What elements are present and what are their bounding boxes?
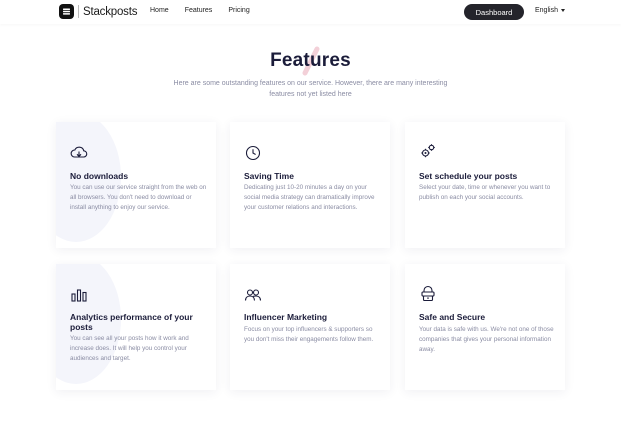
feature-card: Analytics performance of your posts You … xyxy=(56,264,216,390)
stack-logo-icon xyxy=(59,4,74,19)
feature-description: Focus on your top influencers & supporte… xyxy=(244,326,374,343)
brand-name: Stackposts xyxy=(83,5,138,18)
caret-down-icon xyxy=(560,9,565,12)
brand-logo[interactable]: Stackposts xyxy=(59,3,137,20)
feature-card: Influencer Marketing Focus on your top i… xyxy=(230,264,390,390)
card-decoration xyxy=(56,122,121,242)
language-selector[interactable]: English xyxy=(535,7,565,14)
feature-description: Dedicating just 10-20 minutes a day on y… xyxy=(244,184,375,211)
feature-card: No downloads You can use our service str… xyxy=(56,122,216,248)
feature-card: Safe and Secure Your data is safe with u… xyxy=(405,264,565,390)
feature-description: Your data is safe with us. We're not one… xyxy=(419,326,554,353)
nav-home[interactable]: Home xyxy=(150,7,169,14)
feature-title: Analytics performance of your posts xyxy=(70,312,193,332)
top-navbar: Stackposts Home Features Pricing Dashboa… xyxy=(0,0,621,24)
feature-description: You can use our service straight from th… xyxy=(70,184,207,211)
feature-title: Influencer Marketing xyxy=(244,312,328,322)
feature-title: Saving Time xyxy=(244,171,294,181)
clock-icon xyxy=(245,145,261,161)
bar-chart-icon xyxy=(71,289,87,302)
dashboard-button[interactable]: Dashboard xyxy=(464,4,524,20)
gears-icon xyxy=(421,144,435,158)
page-subtitle: Here are some outstanding features on ou… xyxy=(173,80,448,98)
feature-description: You can see all your posts how it work a… xyxy=(70,335,189,362)
feature-title: No downloads xyxy=(70,171,129,181)
main-nav: Home Features Pricing xyxy=(150,7,266,14)
logo-divider xyxy=(78,5,79,18)
feature-title: Set schedule your posts xyxy=(419,171,518,181)
feature-title: Safe and Secure xyxy=(419,312,486,322)
download-cloud-icon xyxy=(70,146,88,158)
users-icon xyxy=(244,289,262,301)
secure-lock-icon xyxy=(421,285,435,302)
language-label: English xyxy=(535,7,558,14)
nav-pricing[interactable]: Pricing xyxy=(228,7,249,14)
feature-description: Select your date, time or whenever you w… xyxy=(419,184,551,201)
feature-card: Saving Time Dedicating just 10-20 minute… xyxy=(230,122,390,248)
nav-features[interactable]: Features xyxy=(185,7,213,14)
page-title: Features xyxy=(270,50,351,71)
feature-card: Set schedule your posts Select your date… xyxy=(405,122,565,248)
